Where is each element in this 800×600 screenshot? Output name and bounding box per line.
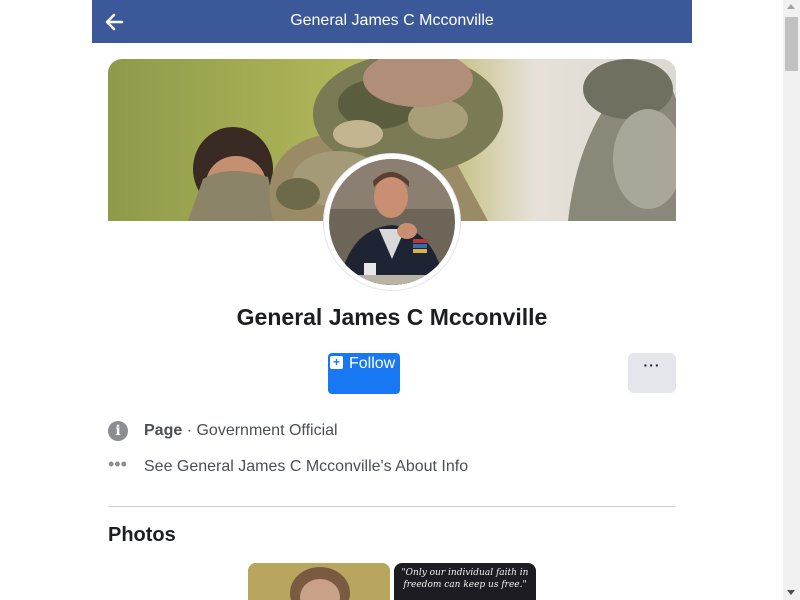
avatar-image [329,159,455,285]
photo-image [248,563,390,600]
category-label: Government Official [196,422,338,439]
info-icon: i [108,421,128,441]
page-category-text: Page · Government Official [144,422,338,440]
page-title: General James C Mcconville [290,12,494,29]
follow-plus-icon: + [330,356,343,369]
profile-picture[interactable] [324,154,460,290]
photos-heading: Photos [108,524,176,546]
scrollbar[interactable] [783,0,800,600]
photo-thumbnail[interactable] [248,563,390,600]
page-label: Page [144,422,183,439]
avatar [329,159,455,285]
divider [108,506,676,507]
scroll-up-arrow-icon[interactable] [787,4,795,9]
more-options-button[interactable]: ··· [628,353,676,393]
follow-button-label: Follow [349,355,396,372]
profile-name: General James C Mcconville [236,304,548,330]
follow-button[interactable]: + Follow [328,353,400,394]
photo-thumbnail[interactable]: "Only our individual faith in freedom ca… [394,563,536,600]
top-bar: General James C Mcconville [92,0,692,43]
photo-quote-text: "Only our individual faith in freedom ca… [401,568,529,590]
more-horizontal-icon: ••• [108,454,127,474]
more-icon: ··· [643,357,661,373]
separator: · [186,422,193,439]
about-info-link[interactable]: See General James C Mcconville's About I… [144,458,468,476]
scroll-down-arrow-icon[interactable] [787,590,795,595]
scroll-thumb[interactable] [785,17,798,71]
